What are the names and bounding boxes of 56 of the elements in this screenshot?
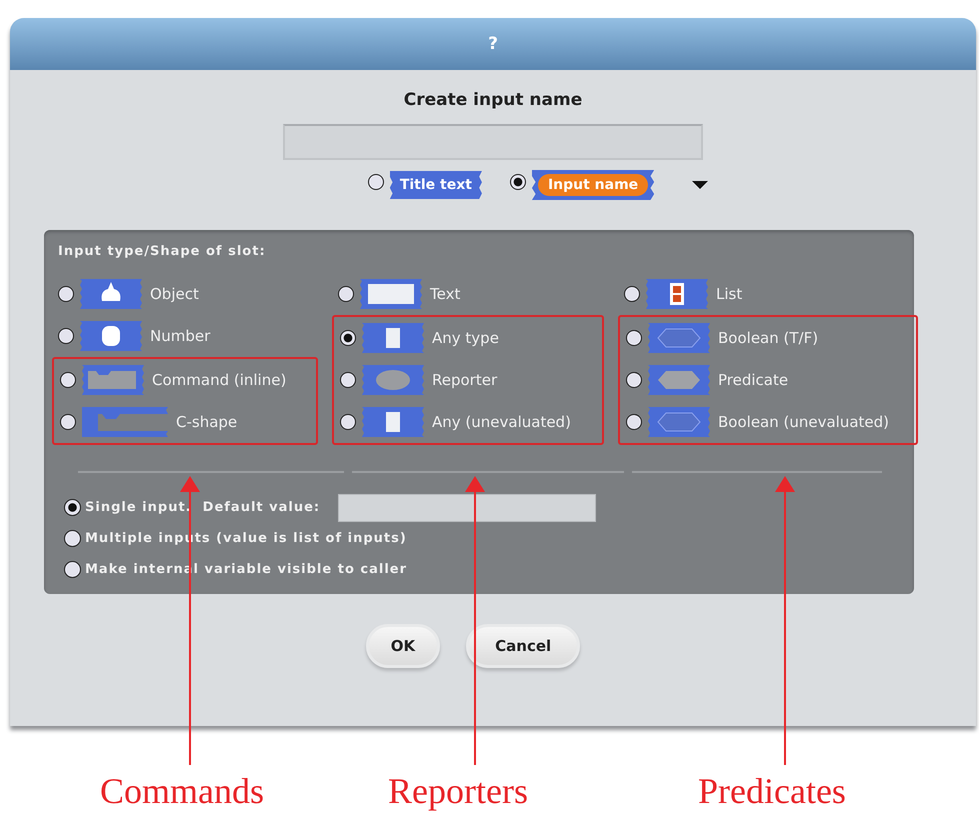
default-value-field[interactable] — [338, 494, 596, 522]
slot-type-label: List — [716, 285, 742, 303]
slot-shape-icon — [644, 277, 710, 311]
dropdown-caret-icon[interactable] — [692, 180, 708, 190]
panel-title: Input type/Shape of slot: — [58, 244, 267, 259]
slot-shape-icon — [646, 363, 712, 397]
radio-button[interactable] — [64, 561, 81, 578]
slot-type-label: Predicate — [718, 371, 788, 389]
slot-shape-icon — [80, 405, 170, 439]
input-name-pill: Input name — [538, 174, 648, 196]
dialog-button[interactable]: Cancel — [466, 624, 580, 668]
slot-type-label: Reporter — [432, 371, 498, 389]
slot-type-label: C-shape — [176, 413, 238, 431]
slot-shape-icon — [646, 405, 712, 439]
title-text-label: Title text — [398, 176, 473, 195]
name-field[interactable] — [283, 124, 703, 160]
slot-type-label: Any type — [432, 329, 499, 347]
window-title: ? — [488, 34, 498, 54]
dialog-heading: Create input name — [404, 90, 582, 110]
radio-button[interactable] — [626, 330, 642, 346]
input-mode-label: Single input. Default value: — [85, 500, 320, 515]
radio-button[interactable] — [338, 286, 354, 302]
slot-shape-icon — [360, 321, 426, 355]
radio-button[interactable] — [58, 286, 74, 302]
radio-button[interactable] — [510, 174, 526, 190]
annotation-label: Commands — [100, 770, 264, 812]
slot-type-label: Boolean (unevaluated) — [718, 413, 890, 431]
radio-button[interactable] — [626, 372, 642, 388]
radio-button[interactable] — [340, 414, 356, 430]
slot-shape-icon — [78, 319, 144, 353]
radio-button[interactable] — [60, 414, 76, 430]
radio-button[interactable] — [626, 414, 642, 430]
annotation-label: Reporters — [388, 770, 528, 812]
slot-type-label: Text — [430, 285, 460, 303]
slot-shape-icon — [360, 405, 426, 439]
radio-button[interactable] — [60, 372, 76, 388]
radio-button[interactable] — [340, 330, 356, 346]
slot-type-label: Command (inline) — [152, 371, 286, 389]
slot-shape-icon — [80, 363, 146, 397]
radio-button[interactable] — [64, 530, 81, 547]
slot-type-label: Number — [150, 327, 210, 345]
slot-type-label: Object — [150, 285, 199, 303]
radio-button[interactable] — [368, 174, 384, 190]
name-kind-block[interactable]: Title text — [390, 171, 482, 199]
radio-button[interactable] — [64, 499, 81, 516]
slot-type-label: Any (unevaluated) — [432, 413, 571, 431]
annotation-label: Predicates — [698, 770, 846, 812]
radio-button[interactable] — [340, 372, 356, 388]
dialog-button[interactable]: OK — [366, 624, 440, 668]
slot-type-label: Boolean (T/F) — [718, 329, 818, 347]
radio-button[interactable] — [58, 328, 74, 344]
slot-shape-icon — [646, 321, 712, 355]
slot-shape-icon — [358, 277, 424, 311]
slot-shape-icon — [78, 277, 144, 311]
radio-button[interactable] — [624, 286, 640, 302]
slot-shape-icon — [360, 363, 426, 397]
